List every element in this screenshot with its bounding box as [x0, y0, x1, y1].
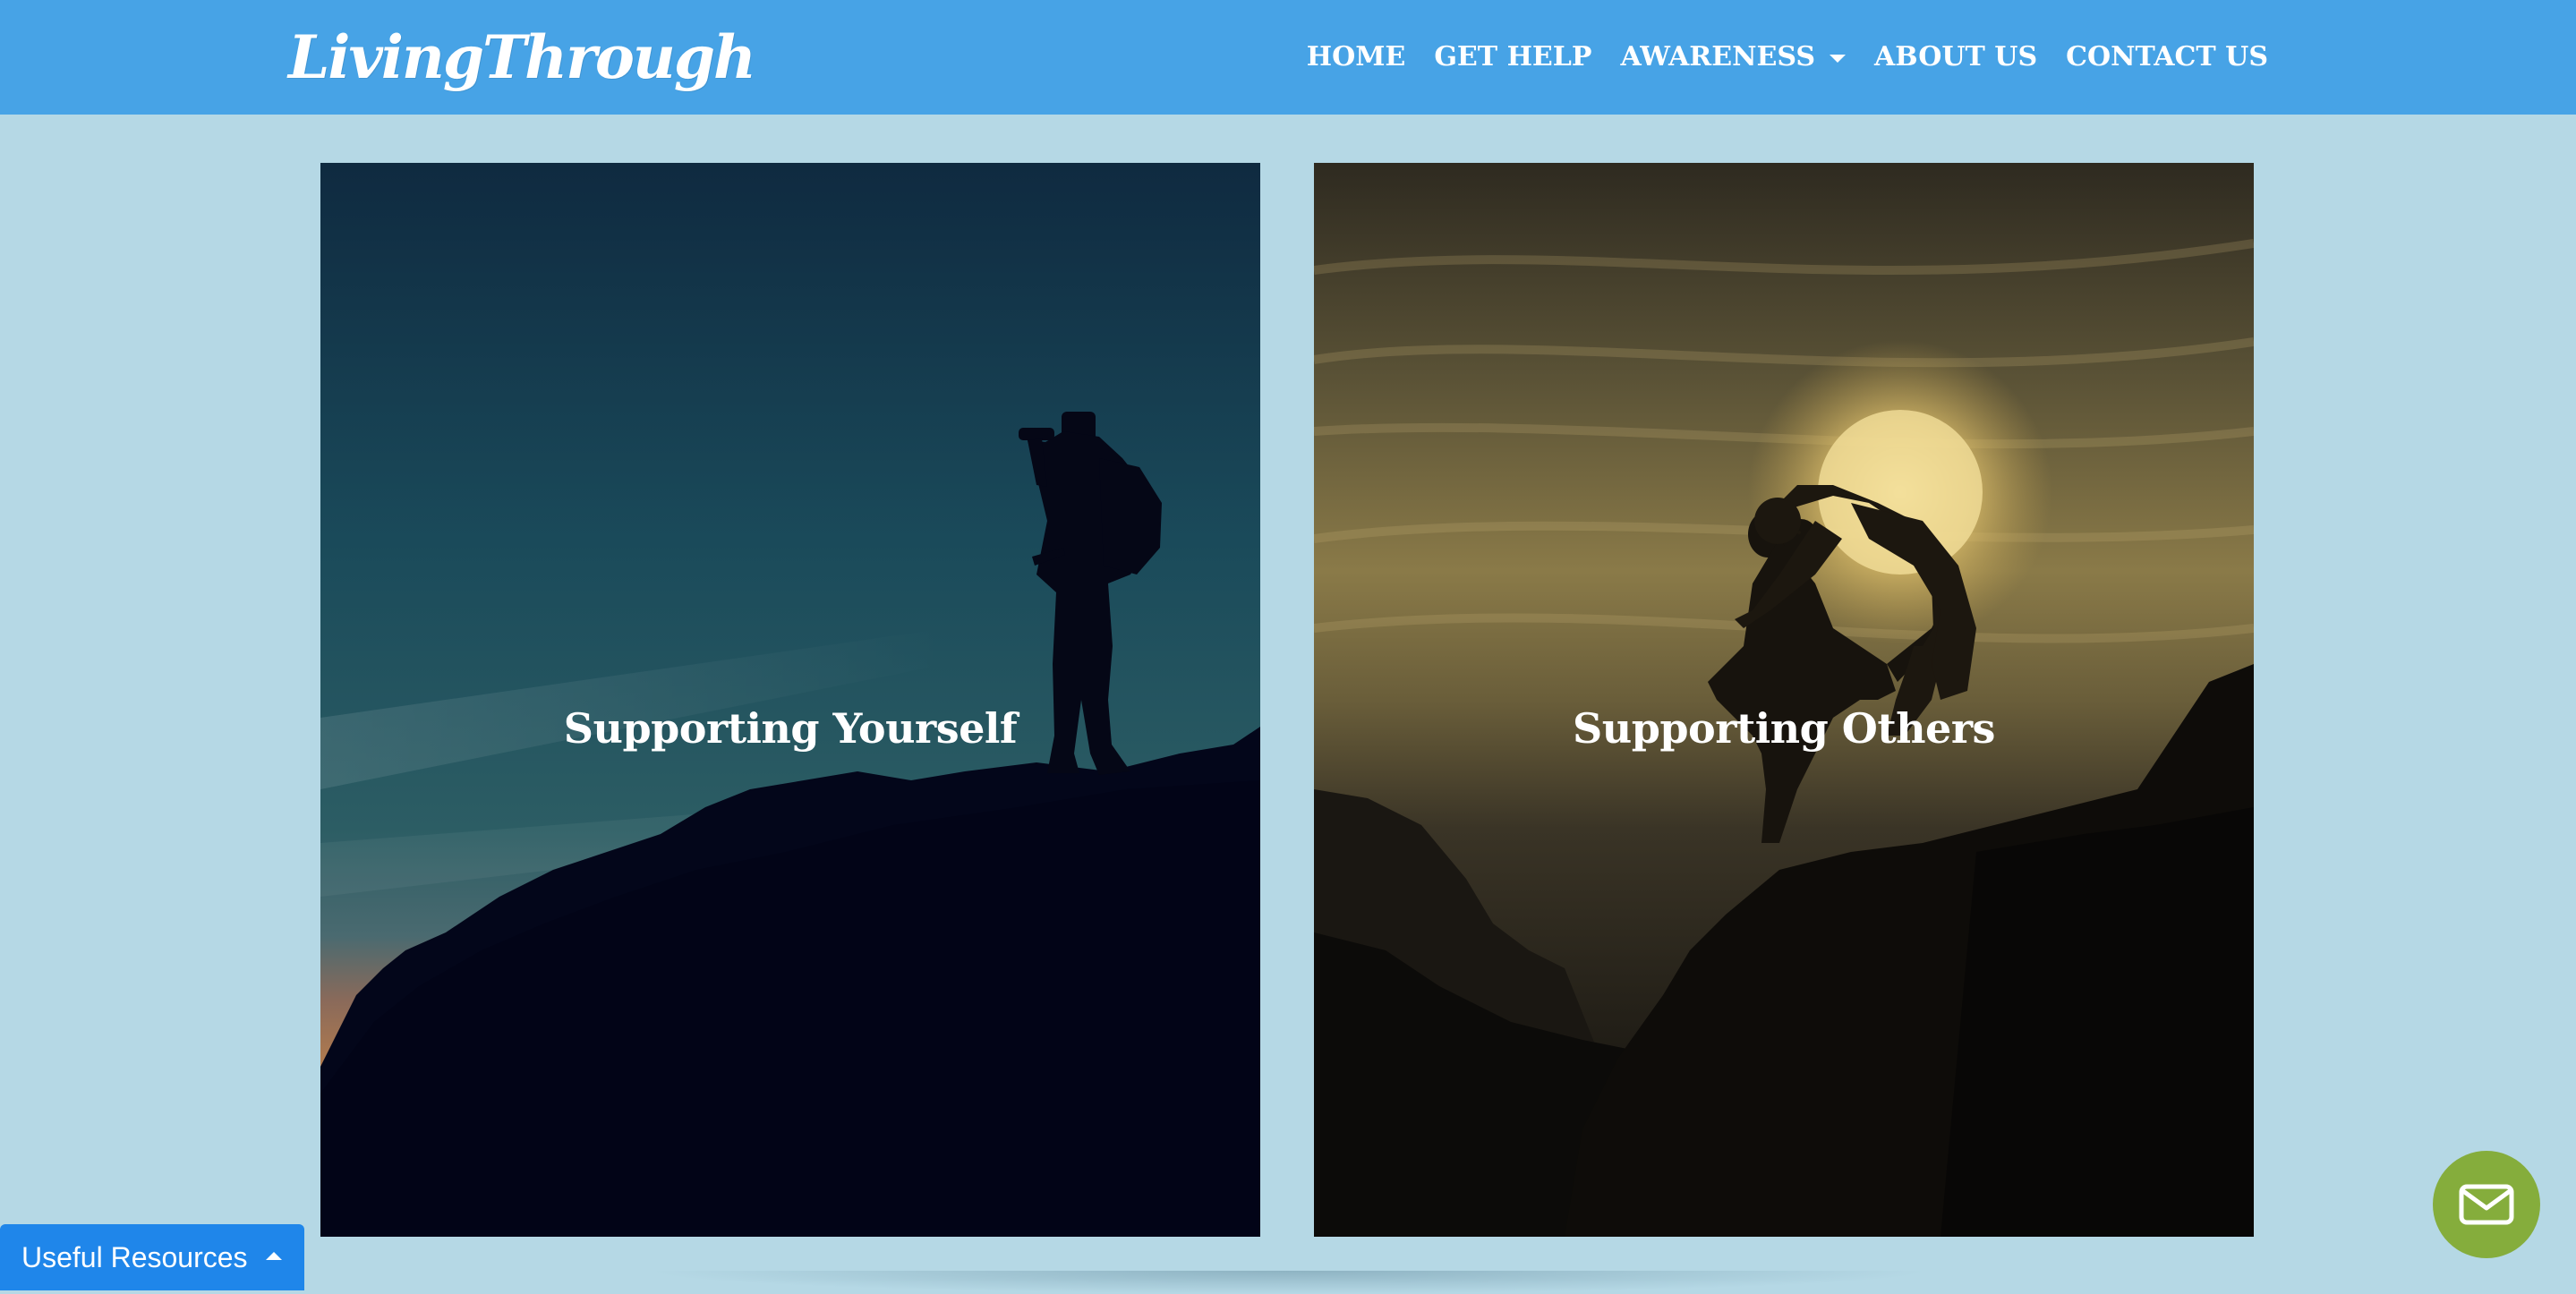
- useful-resources-button[interactable]: Useful Resources: [0, 1224, 304, 1290]
- mail-button[interactable]: [2433, 1151, 2540, 1258]
- brand-logo[interactable]: LivingThrough: [288, 16, 756, 98]
- bottom-shadow: [644, 1271, 1933, 1294]
- supporting-others-title: Supporting Others: [1573, 704, 1995, 753]
- caret-down-icon: [1830, 54, 1847, 63]
- navbar: LivingThrough HOME GET HELP AWARENESS AB…: [0, 0, 2576, 115]
- nav-get-help-link[interactable]: GET HELP: [1434, 34, 1591, 81]
- nav-contact-us-link[interactable]: CONTACT US: [2066, 34, 2268, 81]
- supporting-yourself-title: Supporting Yourself: [563, 704, 1018, 753]
- nav-awareness-label: AWARENESS: [1620, 41, 1816, 72]
- supporting-others-card[interactable]: Supporting Others: [1314, 163, 2254, 1237]
- nav-about-us-link[interactable]: ABOUT US: [1874, 34, 2037, 81]
- supporting-yourself-card[interactable]: Supporting Yourself: [320, 163, 1260, 1237]
- nav-home-link[interactable]: HOME: [1307, 34, 1406, 81]
- main-nav: HOME GET HELP AWARENESS ABOUT US CONTACT…: [1307, 34, 2268, 81]
- caret-up-icon: [265, 1251, 282, 1260]
- useful-resources-label: Useful Resources: [21, 1241, 248, 1273]
- envelope-icon: [2459, 1184, 2514, 1225]
- nav-awareness-dropdown[interactable]: AWARENESS: [1620, 34, 1847, 81]
